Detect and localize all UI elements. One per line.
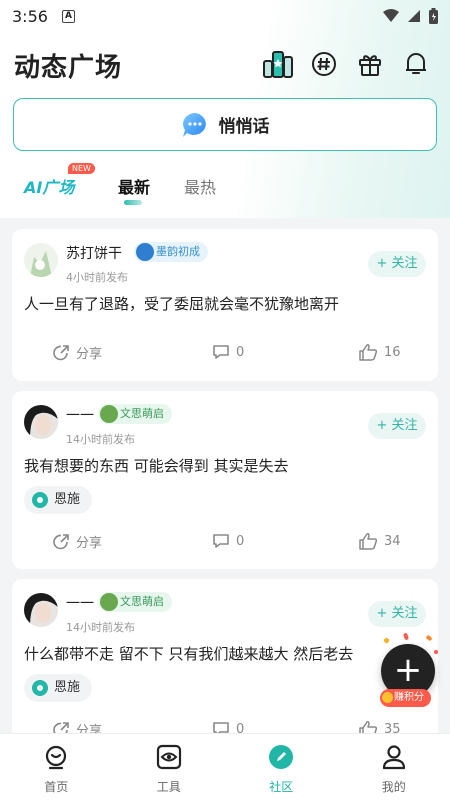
nav-community-label: 社区: [269, 780, 294, 794]
nav-tools-label: 工具: [156, 780, 181, 794]
share-button[interactable]: 分享: [52, 343, 102, 362]
topic-hashtag-icon[interactable]: [308, 48, 340, 80]
comment-button[interactable]: 0: [212, 532, 244, 550]
username[interactable]: 苏打饼干: [66, 243, 122, 263]
follow-button[interactable]: + 关注: [368, 251, 426, 277]
tools-icon: [156, 744, 181, 770]
bell-icon[interactable]: [400, 48, 432, 80]
level-badge-icon: [100, 593, 118, 611]
post-text[interactable]: 什么都带不走 留不下 只有我们越来越大 然后老去: [24, 643, 353, 664]
page-title: 动态广场: [14, 53, 123, 83]
profile-icon: [382, 745, 405, 770]
location-tag[interactable]: 恩施: [24, 674, 93, 702]
like-button[interactable]: 16: [358, 343, 401, 361]
level-badge: 文思萌启: [98, 404, 172, 424]
share-button[interactable]: 分享: [52, 532, 102, 551]
level-badge-label: 墨韵初成: [156, 245, 200, 258]
community-icon: [269, 745, 294, 769]
share-icon: [53, 344, 69, 360]
whisper-button[interactable]: 悄悄话: [13, 98, 437, 151]
level-badge: 文思萌启: [98, 592, 172, 612]
comment-count: 0: [236, 344, 245, 360]
level-badge-label: 文思萌启: [120, 407, 164, 420]
post-actions: 分享 0 34: [12, 532, 438, 556]
status-time: 3:56: [12, 6, 48, 26]
confetti-decoration: [434, 650, 438, 654]
header-actions: [262, 48, 432, 80]
follow-button[interactable]: + 关注: [368, 413, 426, 439]
avatar[interactable]: [24, 243, 58, 277]
avatar[interactable]: [24, 405, 58, 439]
level-badge-label: 文思萌启: [120, 595, 164, 608]
level-badge-icon: [100, 405, 118, 423]
post-text[interactable]: 人一旦有了退路，受了委屈就会毫不犹豫地离开: [24, 293, 339, 314]
post-time: 14小时前发布: [66, 433, 135, 446]
username[interactable]: 一一: [66, 593, 94, 613]
thumbs-up-icon: [359, 533, 378, 550]
post-actions: 分享 0 16: [12, 343, 438, 367]
earn-points-badge[interactable]: 赚积分: [380, 689, 431, 707]
post-time: 14小时前发布: [66, 621, 135, 634]
level-badge: 墨韵初成: [134, 242, 208, 262]
location-label: 恩施: [54, 680, 81, 695]
nav-home[interactable]: 首页: [0, 734, 113, 801]
comment-icon: [213, 534, 229, 548]
like-count: 34: [384, 533, 401, 549]
location-pin-icon: [32, 680, 48, 696]
comment-count: 0: [236, 533, 245, 549]
battery-icon: [429, 8, 438, 24]
tab-hot[interactable]: 最热: [184, 174, 216, 198]
post-card[interactable]: 一一 文思萌启 14小时前发布 + 关注 我有想要的东西 可能会得到 其实是失去…: [12, 391, 438, 569]
status-indicator: A: [61, 9, 75, 23]
post-time: 4小时前发布: [66, 271, 128, 284]
share-label: 分享: [76, 347, 103, 362]
location-pin-icon: [32, 492, 48, 508]
post-text[interactable]: 我有想要的东西 可能会得到 其实是失去: [24, 455, 289, 476]
comment-button[interactable]: 0: [212, 343, 244, 361]
post-card[interactable]: 苏打饼干 墨韵初成 4小时前发布 + 关注 人一旦有了退路，受了委屈就会毫不犹豫…: [12, 229, 438, 381]
nav-community[interactable]: 社区: [225, 734, 338, 801]
comment-icon: [213, 345, 229, 359]
nav-tools[interactable]: 工具: [113, 734, 226, 801]
like-count: 16: [384, 344, 401, 360]
home-icon: [46, 745, 67, 770]
bottom-nav: 首页 工具 社区 我的: [0, 733, 450, 801]
chat-bubble-icon: [182, 112, 206, 137]
feed-tabs: AI广场 NEW 最新 最热: [0, 163, 450, 212]
tab-active-indicator: [124, 200, 142, 205]
username[interactable]: 一一: [66, 405, 94, 425]
share-icon: [53, 533, 69, 549]
level-badge-icon: [136, 243, 154, 261]
wifi-icon: [383, 9, 399, 22]
follow-button[interactable]: + 关注: [368, 601, 426, 627]
ranking-icon[interactable]: [262, 48, 294, 80]
location-label: 恩施: [54, 492, 81, 507]
share-label: 分享: [76, 536, 103, 551]
location-tag[interactable]: 恩施: [24, 486, 93, 514]
tab-ai-square[interactable]: AI广场: [24, 174, 74, 198]
status-bar: 3:56 A: [0, 0, 450, 32]
nav-profile-label: 我的: [381, 780, 406, 794]
nav-home-label: 首页: [44, 780, 69, 794]
signal-icon: [408, 10, 420, 22]
tab-latest[interactable]: 最新: [118, 174, 150, 198]
new-badge: NEW: [68, 163, 95, 174]
like-button[interactable]: 34: [358, 532, 401, 550]
avatar[interactable]: [24, 593, 58, 627]
post-card[interactable]: 一一 文思萌启 14小时前发布 + 关注 什么都带不走 留不下 只有我们越来越大…: [12, 579, 438, 759]
nav-profile[interactable]: 我的: [338, 734, 450, 801]
gift-icon[interactable]: [354, 48, 386, 80]
thumbs-up-icon: [359, 344, 378, 361]
whisper-label: 悄悄话: [218, 117, 270, 137]
